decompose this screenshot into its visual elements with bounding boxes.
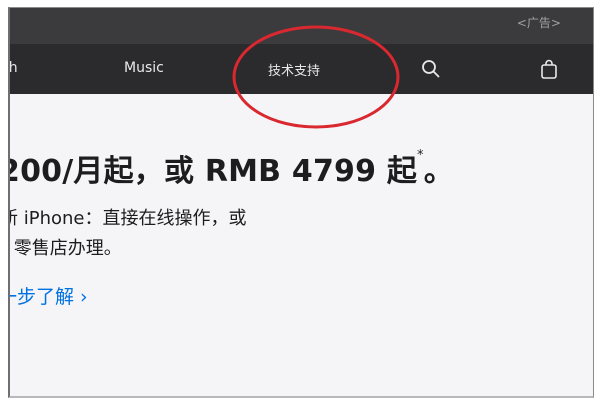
headline-asterisk: *: [417, 148, 424, 163]
nav-item-watch[interactable]: ch: [10, 60, 18, 76]
ad-bar: <广告>: [10, 8, 593, 44]
global-nav: ch Music 技术支持: [10, 44, 593, 94]
hero-headline: 200/月起，或 RMB 4799 起*。: [8, 146, 454, 190]
search-icon[interactable]: [420, 58, 442, 80]
headline-end: 。: [423, 154, 454, 189]
bag-icon[interactable]: [538, 58, 560, 80]
hero-section: 200/月起，或 RMB 4799 起*。 新 iPhone：直接在线操作，或 …: [8, 94, 593, 396]
ad-label: <广告>: [516, 16, 561, 30]
headline-main: 200/月起，或 RMB 4799 起: [8, 154, 418, 189]
learn-more-link[interactable]: 一步了解 ›: [10, 282, 88, 309]
hero-body-line-1: 新 iPhone：直接在线操作，或: [8, 208, 247, 229]
screenshot-frame: <广告> ch Music 技术支持 200/月起，或 RMB 4799 起*。: [0, 0, 600, 405]
nav-item-support[interactable]: 技术支持: [268, 60, 320, 79]
nav-item-music[interactable]: Music: [124, 60, 164, 76]
hero-body-line-2: re 零售店办理。: [10, 238, 122, 259]
browser-viewport: <广告> ch Music 技术支持 200/月起，或 RMB 4799 起*。: [8, 7, 594, 398]
